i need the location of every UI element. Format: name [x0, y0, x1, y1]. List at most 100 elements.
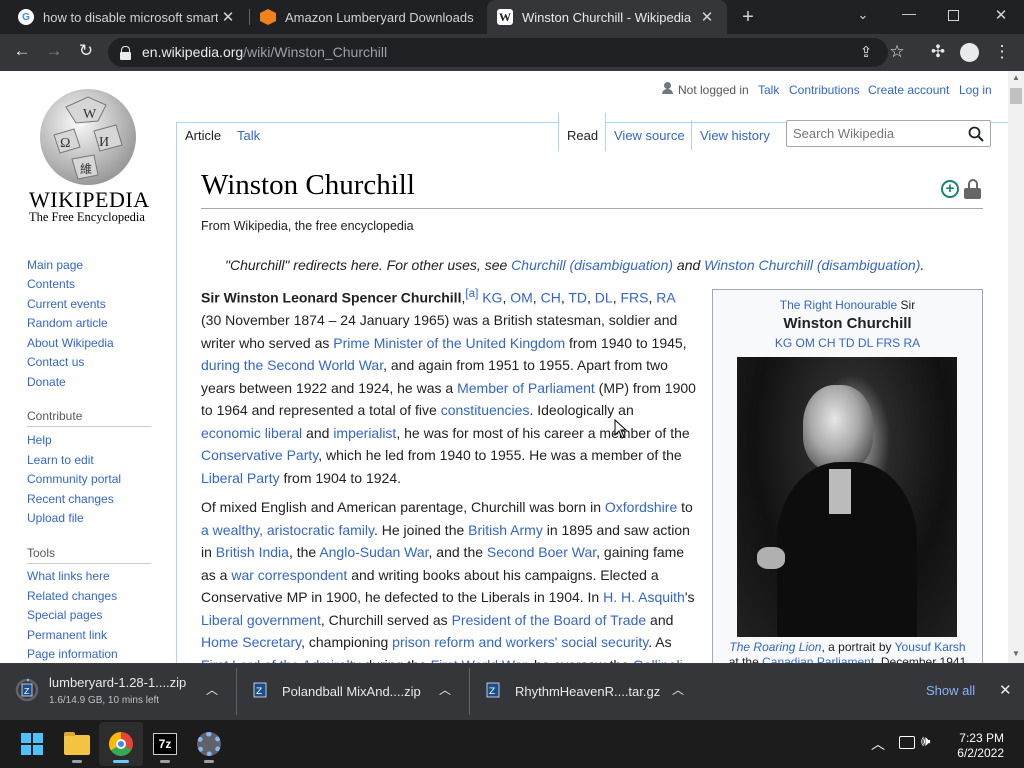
sidebar-item-upload-file[interactable]: Upload file — [27, 511, 84, 525]
user-icon — [662, 82, 673, 94]
title-underline — [201, 208, 983, 209]
scroll-up-icon[interactable]: ▲ — [1012, 73, 1020, 82]
vertical-scrollbar[interactable]: ▲ ▼ — [1008, 71, 1024, 663]
url-text[interactable]: en.wikipedia.org/wiki/Winston_Churchill — [142, 44, 387, 60]
tab-wikipedia[interactable]: W Winston Churchill - Wikipedia ✕ — [487, 0, 727, 34]
sidebar-item-what-links-here[interactable]: What links here — [27, 569, 110, 583]
archive-file-icon: Z — [486, 682, 500, 698]
bookmark-star-icon[interactable]: ☆ — [886, 42, 908, 62]
infobox-postnominals[interactable]: KG OM CH TD DL FRS RA — [713, 336, 982, 350]
svg-text:W: W — [83, 107, 97, 122]
sidebar-item-contact[interactable]: Contact us — [27, 355, 84, 369]
close-window-icon[interactable]: ✕ — [990, 6, 1012, 24]
google-icon: G — [18, 9, 34, 25]
log-in-link[interactable]: Log in — [959, 83, 992, 97]
wikipedia-page: W Ω И 維 WIKIPEDIA The Free Encyclopedia … — [0, 71, 1008, 663]
scroll-down-icon[interactable]: ▼ — [1012, 649, 1020, 658]
sidebar-item-donate[interactable]: Donate — [27, 375, 66, 389]
not-logged-in-label: Not logged in — [678, 83, 749, 97]
chevron-up-icon[interactable]: ︿ — [439, 681, 451, 698]
forward-icon[interactable]: → — [43, 41, 65, 61]
search-input[interactable]: Search Wikipedia — [786, 120, 991, 147]
close-tab-icon[interactable]: ✕ — [218, 8, 238, 26]
tab-article[interactable]: Article — [185, 128, 221, 143]
tab-read[interactable]: Read — [567, 128, 598, 143]
sidebar-item-learn-to-edit[interactable]: Learn to edit — [27, 453, 94, 467]
download-status: 1.6/14.9 GB, 10 mins left — [49, 695, 160, 706]
profile-avatar-icon[interactable] — [960, 43, 979, 62]
menu-kebab-icon[interactable]: ⋮ — [991, 42, 1013, 62]
file-explorer-icon[interactable] — [64, 732, 90, 755]
tab-view-history[interactable]: View history — [700, 128, 770, 143]
wikipedia-tagline: The Free Encyclopedia — [29, 210, 145, 224]
new-tab-button[interactable]: + — [737, 6, 759, 29]
divider — [27, 563, 151, 564]
show-all-downloads-button[interactable]: Show all — [926, 683, 975, 698]
sidebar-item-contents[interactable]: Contents — [27, 277, 75, 291]
taskbar-running-indicator — [113, 760, 129, 763]
tab-google-search[interactable]: G how to disable microsoft smartsc ✕ — [8, 0, 248, 34]
tab-talk[interactable]: Talk — [237, 128, 260, 143]
7zip-icon[interactable]: 7z — [153, 733, 177, 755]
scrollbar-thumb[interactable] — [1010, 88, 1022, 104]
mouse-cursor-icon — [614, 419, 628, 439]
lumberyard-icon — [260, 9, 276, 25]
svg-text:Z: Z — [489, 687, 495, 697]
chevron-up-icon[interactable]: ︿ — [871, 734, 885, 754]
page-title: Winston Churchill — [201, 169, 415, 201]
sidebar-item-current-events[interactable]: Current events — [27, 297, 106, 311]
chevron-up-icon[interactable]: ︿ — [206, 681, 218, 698]
sidebar-item-help[interactable]: Help — [27, 433, 52, 447]
search-icon[interactable] — [968, 126, 984, 142]
volume-icon[interactable]: 🕪 — [921, 733, 930, 750]
svg-text:И: И — [99, 135, 109, 150]
sidebar-item-recent-changes[interactable]: Recent changes — [27, 492, 114, 506]
protected-lock-icon[interactable] — [964, 179, 981, 199]
back-icon[interactable]: ← — [11, 41, 33, 61]
sidebar-item-community-portal[interactable]: Community portal — [27, 472, 121, 486]
featured-article-icon[interactable]: + — [941, 180, 959, 198]
close-tab-icon[interactable]: ✕ — [697, 8, 717, 26]
sidebar-item-special-pages[interactable]: Special pages — [27, 608, 102, 622]
sidebar-heading-contribute: Contribute — [27, 409, 83, 423]
sidebar-item-random-article[interactable]: Random article — [27, 316, 108, 330]
clock-time[interactable]: 7:23 PM — [948, 731, 1004, 745]
disambiguation-link[interactable]: Churchill (disambiguation) — [511, 257, 673, 273]
contributions-link[interactable]: Contributions — [789, 83, 860, 97]
hatnote: "Churchill" redirects here. For other us… — [225, 257, 925, 273]
tab-lumberyard[interactable]: Amazon Lumberyard Downloads — [250, 0, 486, 34]
sidebar-item-page-information[interactable]: Page information — [27, 647, 118, 661]
settings-gear-icon[interactable] — [197, 732, 221, 756]
windows-start-icon[interactable] — [21, 733, 43, 755]
network-icon[interactable] — [899, 736, 915, 749]
disambiguation-link-2[interactable]: Winston Churchill (disambiguation) — [704, 257, 920, 273]
tab-view-source[interactable]: View source — [614, 128, 685, 143]
create-account-link[interactable]: Create account — [868, 83, 949, 97]
taskbar-running-indicator — [204, 760, 214, 763]
sidebar-item-permanent-link[interactable]: Permanent link — [27, 628, 107, 642]
chrome-icon[interactable] — [109, 732, 133, 756]
download-item-lumberyard[interactable]: Z lumberyard-1.28-1....zip 1.6/14.9 GB, … — [0, 663, 236, 720]
taskbar-running-indicator — [160, 760, 170, 763]
sidebar-item-about[interactable]: About Wikipedia — [27, 336, 114, 350]
sidebar-item-related-changes[interactable]: Related changes — [27, 589, 117, 603]
sidebar-item-main-page[interactable]: Main page — [27, 258, 83, 272]
minimize-window-icon[interactable]: — — [898, 5, 920, 21]
wikipedia-globe-logo[interactable]: W Ω И 維 — [36, 87, 142, 187]
infobox: The Right Honourable Sir Winston Churchi… — [712, 289, 983, 663]
download-item-rhythmheaven[interactable]: Z RhythmHeavenR....tar.gz ︿ — [470, 663, 702, 720]
user-talk-link[interactable]: Talk — [758, 83, 779, 97]
churchill-portrait-image[interactable] — [737, 357, 957, 637]
extensions-icon[interactable]: ✣ — [927, 42, 949, 62]
infobox-caption-2: at the Canadian Parliament, December 194… — [728, 655, 967, 663]
share-icon[interactable]: ⇪ — [855, 43, 877, 61]
restore-window-icon[interactable] — [948, 10, 959, 21]
reload-icon[interactable]: ↻ — [75, 41, 97, 61]
tab-search-icon[interactable]: ⌄ — [852, 7, 874, 23]
taskbar-running-indicator — [72, 760, 82, 763]
clock-date[interactable]: 6/2/2022 — [948, 746, 1004, 760]
chevron-up-icon[interactable]: ︿ — [672, 681, 684, 698]
download-item-polandball[interactable]: Z Polandball MixAnd....zip ︿ — [237, 663, 469, 720]
lock-icon-body — [120, 52, 131, 60]
close-downloads-icon[interactable]: ✕ — [999, 681, 1012, 699]
